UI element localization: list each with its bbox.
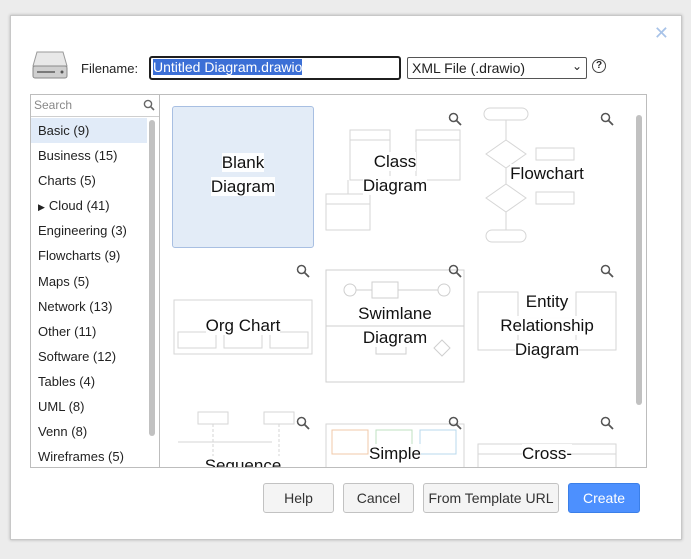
filename-value: Untitled Diagram.drawio [153,59,303,75]
category-label: Software (12) [38,348,117,364]
template-grid: Blank Diagram Class Diagram Flowchart Or… [161,95,647,467]
category-sidebar: Search Basic (9) Business (15) Charts (5… [31,95,160,467]
category-item-other[interactable]: Other (11) [31,319,147,344]
category-label: Engineering (3) [38,223,127,239]
category-label: Tables (4) [38,373,96,389]
template-org-chart[interactable]: Org Chart [172,258,314,400]
template-label: Entity [525,292,569,311]
chevron-down-icon: ⌄ [571,59,582,73]
category-item-maps[interactable]: Maps (5) [31,269,147,294]
zoom-icon[interactable] [296,416,310,430]
close-icon[interactable]: ✕ [654,24,669,42]
category-item-business[interactable]: Business (15) [31,143,147,168]
template-label: Blank [221,153,265,172]
template-grid-scrollbar[interactable] [636,115,642,405]
template-cross-functional[interactable]: Cross- [476,410,618,467]
zoom-icon[interactable] [296,264,310,278]
zoom-icon[interactable] [448,264,462,278]
new-diagram-dialog: ✕ Filename: Untitled Diagram.drawio XML … [10,15,682,540]
template-label: Swimlane [358,304,432,323]
category-item-cloud[interactable]: ▶ Cloud (41) [31,193,147,218]
cancel-button[interactable]: Cancel [343,483,414,513]
template-class-diagram[interactable]: Class Diagram [324,106,466,248]
hard-drive-icon [31,50,69,80]
filename-label: Filename: [81,61,139,76]
category-label: UML (8) [38,399,85,415]
category-label: Network (13) [38,298,113,314]
category-item-venn[interactable]: Venn (8) [31,419,147,444]
template-simple[interactable]: Simple [324,410,466,467]
template-label: Diagram [362,176,428,195]
category-label: Other (11) [38,323,97,339]
zoom-icon[interactable] [448,416,462,430]
template-label: Cross- [521,444,573,463]
template-label: Diagram [362,328,428,347]
zoom-icon[interactable] [600,264,614,278]
template-sequence[interactable]: Sequence [172,410,314,467]
category-item-uml[interactable]: UML (8) [31,394,147,419]
help-icon[interactable]: ? [592,59,606,73]
template-blank-diagram[interactable]: Blank Diagram [172,106,314,248]
filename-input[interactable]: Untitled Diagram.drawio [149,56,401,80]
category-label: Basic (9) [38,123,90,138]
sidebar-scrollbar[interactable] [149,120,155,436]
template-label: Simple [369,444,421,463]
category-label: Flowcharts (9) [38,248,121,264]
template-label: Org Chart [205,316,281,335]
help-button[interactable]: Help [263,483,334,513]
zoom-icon[interactable] [600,112,614,126]
template-label: Flowchart [510,164,584,183]
category-item-software[interactable]: Software (12) [31,344,147,369]
zoom-icon[interactable] [600,416,614,430]
category-item-network[interactable]: Network (13) [31,294,147,319]
template-label: Relationship [500,316,594,335]
category-item-flowcharts[interactable]: Flowcharts (9) [31,243,147,268]
template-label: Diagram [210,177,276,196]
category-item-charts[interactable]: Charts (5) [31,168,147,193]
template-entity-relationship-diagram[interactable]: Entity Relationship Diagram [476,258,618,400]
category-label: Wireframes (5) [38,449,124,465]
category-item-wireframes[interactable]: Wireframes (5) [31,444,147,467]
category-item-tables[interactable]: Tables (4) [31,369,147,394]
template-browser: Search Basic (9) Business (15) Charts (5… [30,94,647,468]
category-item-basic[interactable]: Basic (9) [31,118,147,144]
from-template-url-button[interactable]: From Template URL [423,483,559,513]
category-label: Maps (5) [38,273,90,289]
template-label: Diagram [514,340,580,359]
category-list: Basic (9) Business (15) Charts (5) ▶ Clou… [31,118,147,467]
template-flowchart[interactable]: Flowchart [476,106,618,248]
zoom-icon[interactable] [448,112,462,126]
category-label: Charts (5) [38,173,96,189]
template-label: Sequence [204,456,282,467]
expand-arrow-icon[interactable]: ▶ [38,202,45,212]
search-icon [143,99,155,111]
format-selected-value: XML File (.drawio) [412,60,526,76]
format-select[interactable]: XML File (.drawio) ⌄ [407,57,587,79]
search-input[interactable]: Search [31,95,159,117]
template-swimlane-diagram[interactable]: Swimlane Diagram [324,258,466,400]
search-placeholder: Search [34,98,73,112]
create-button[interactable]: Create [568,483,640,513]
category-label: Venn (8) [38,424,88,440]
category-label: Business (15) [38,148,118,164]
category-item-engineering[interactable]: Engineering (3) [31,218,147,243]
template-label: Class [373,152,417,171]
category-label: Cloud (41) [48,198,110,214]
